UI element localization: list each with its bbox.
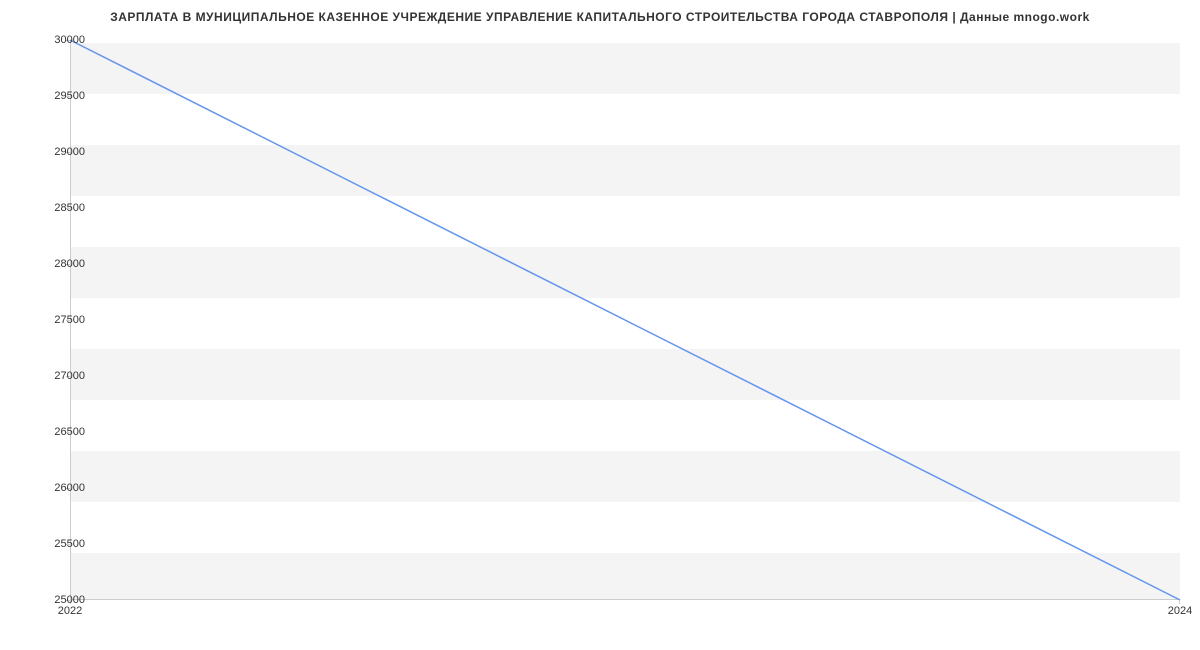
y-tick-label: 26500 [54, 426, 85, 438]
x-tick-label: 2022 [58, 605, 82, 617]
y-tick-label: 28000 [54, 258, 85, 270]
plot-area: 2022 2024 [70, 40, 1180, 600]
y-tick-label: 25500 [54, 538, 85, 550]
y-tick-label: 28500 [54, 202, 85, 214]
y-tick-label: 27500 [54, 314, 85, 326]
x-tick-mark [1179, 600, 1180, 604]
chart-title: ЗАРПЛАТА В МУНИЦИПАЛЬНОЕ КАЗЕННОЕ УЧРЕЖД… [0, 10, 1200, 24]
y-tick-label: 25000 [54, 594, 85, 606]
y-tick-label: 26000 [54, 482, 85, 494]
y-tick-label: 29000 [54, 146, 85, 158]
y-tick-label: 29500 [54, 90, 85, 102]
y-tick-label: 30000 [54, 34, 85, 46]
y-tick-label: 27000 [54, 370, 85, 382]
x-tick-label: 2024 [1168, 605, 1192, 617]
chart-line [70, 40, 1180, 600]
